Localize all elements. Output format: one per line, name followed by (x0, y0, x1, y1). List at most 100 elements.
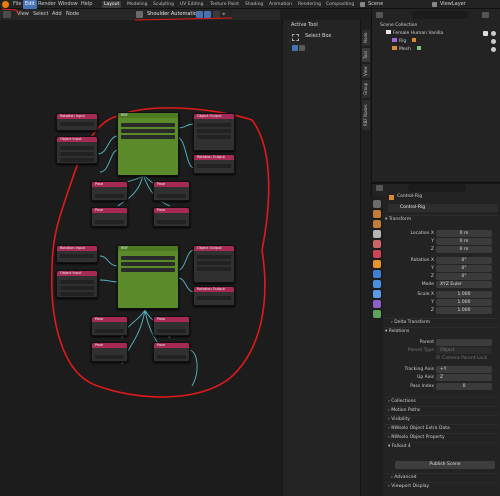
select-mode-icon[interactable] (292, 45, 298, 51)
node-header: Object Input (57, 137, 97, 142)
output-icon[interactable] (373, 220, 381, 228)
relations-title: Relations (388, 329, 410, 334)
scale-z-field[interactable]: 1.000 (436, 307, 492, 314)
node-header: Pose (154, 182, 189, 187)
delta-transform-title: Delta Transform (394, 320, 431, 325)
annotation-underlines (1, 8, 233, 21)
pose-node[interactable]: Pose (153, 207, 190, 227)
properties-editor-type-icon[interactable] (376, 185, 383, 191)
object-output-node[interactable]: Object Output (193, 113, 235, 151)
data-icon[interactable] (373, 310, 381, 318)
scale-y-label: Y (431, 300, 434, 305)
pose-node[interactable]: Pose (153, 342, 190, 362)
object-input-node[interactable]: Object Input (56, 270, 98, 298)
visibility-checkbox[interactable] (483, 31, 488, 36)
node-header: Pose (92, 343, 127, 348)
parent-type-dropdown[interactable]: Object (436, 347, 492, 354)
nwsolo-object-property-panel-header[interactable]: › NWsolo Object Property (385, 433, 498, 442)
rotation-output-node[interactable]: Rotation Output (193, 154, 235, 174)
location-x-label: Location X (410, 231, 434, 236)
object-props-icon[interactable] (373, 260, 381, 268)
relations-panel-header[interactable]: ▾ Relations (385, 327, 498, 336)
rotation-output-node[interactable]: Rotation Output (193, 286, 235, 306)
location-y-label: Y (431, 239, 434, 244)
location-z-field[interactable]: 0 m (436, 246, 492, 253)
collections-panel-header[interactable]: › Collections (385, 397, 498, 406)
pose-node[interactable]: Pose (153, 316, 190, 336)
tab-rbf-nodes[interactable]: RBF Nodes (362, 100, 370, 130)
nwsolo-extra-data-panel-header[interactable]: › NWsolo Object Extra Data (385, 424, 498, 433)
node-header: Pose (92, 182, 127, 187)
node-editor-canvas[interactable]: Rotation Input Object Input RBF Object O… (0, 20, 280, 496)
tracking-axis-dropdown[interactable]: +Y (436, 366, 492, 373)
pass-index-field[interactable]: 0 (436, 383, 492, 390)
rotation-z-label: Z (430, 274, 434, 279)
rotation-mode-dropdown[interactable]: XYZ Euler (436, 281, 492, 288)
visibility-panel-header[interactable]: › Visibility (385, 415, 498, 424)
pose-node[interactable]: Pose (153, 181, 190, 201)
rotation-y-field[interactable]: 0° (436, 265, 492, 272)
object-name-field[interactable]: Control-Rig (388, 204, 498, 212)
particles-icon[interactable] (373, 280, 381, 288)
node-header: Pose (154, 208, 189, 213)
scale-y-field[interactable]: 1.000 (436, 299, 492, 306)
outliner-item-collection[interactable]: Female Human Vanilla (386, 30, 443, 37)
transform-panel-header[interactable]: ▾ Transform (385, 215, 498, 224)
rotation-input-node[interactable]: Rotation Input (56, 113, 98, 131)
tab-node[interactable]: Node (362, 30, 370, 46)
pose-node[interactable]: Pose (91, 342, 128, 362)
rbf-node[interactable]: RBF (117, 112, 179, 176)
advanced-panel-header[interactable]: › Advanced (385, 473, 498, 482)
motion-paths-panel-header[interactable]: › Motion Paths (385, 406, 498, 415)
eye-icon[interactable] (491, 39, 496, 44)
viewport-display-panel-header[interactable]: › Viewport Display (385, 482, 498, 491)
up-axis-label: Up Axis (417, 375, 434, 380)
rotation-x-label: Rotation X (410, 258, 434, 263)
tab-tool[interactable]: Tool (362, 48, 370, 62)
location-y-field[interactable]: 0 m (436, 238, 492, 245)
tool-settings-icon[interactable] (373, 200, 381, 208)
sidebar-tabs: Node Tool View Group RBF Nodes (360, 20, 370, 496)
pose-node[interactable]: Pose (91, 316, 128, 336)
active-tool-name[interactable]: Select Box (305, 33, 331, 39)
up-axis-dropdown[interactable]: Z (436, 374, 492, 381)
outliner-item-mesh[interactable]: Mesh (392, 46, 421, 53)
eye-icon[interactable] (491, 31, 496, 36)
camera-parent-lock[interactable]: Camera Parent Lock (436, 355, 487, 362)
tab-group[interactable]: Group (362, 80, 370, 98)
object-input-node[interactable]: Object Input (56, 136, 98, 164)
world-icon[interactable] (373, 250, 381, 258)
fallout-4-panel-header[interactable]: ▾ Fallout 4 (385, 442, 498, 451)
tab-view[interactable]: View (362, 64, 370, 78)
location-x-field[interactable]: 0 m (436, 230, 492, 237)
properties-search[interactable] (408, 184, 466, 192)
collection-icon (386, 30, 391, 34)
delta-transform-panel-header[interactable]: › Delta Transform (385, 318, 498, 327)
pose-node[interactable]: Pose (91, 181, 128, 201)
physics-icon[interactable] (373, 290, 381, 298)
scene-props-icon[interactable] (373, 240, 381, 248)
publish-scene-button[interactable]: Publish Scene (395, 461, 495, 469)
view-layer-icon[interactable] (373, 230, 381, 238)
render-icon[interactable] (373, 210, 381, 218)
select-box-icon[interactable] (292, 34, 299, 41)
eye-icon[interactable] (491, 47, 496, 52)
outliner-item-rig[interactable]: Rig (392, 38, 417, 45)
parent-field[interactable] (436, 339, 492, 346)
rotation-input-node[interactable]: Rotation Input (56, 245, 98, 263)
outliner-item-label: Rig (399, 39, 407, 44)
rotation-x-field[interactable]: 0° (436, 257, 492, 264)
node-header: Pose (92, 317, 127, 322)
pose-node[interactable]: Pose (91, 207, 128, 227)
rotation-z-field[interactable]: 0° (436, 273, 492, 280)
constraints-icon[interactable] (373, 300, 381, 308)
rbf-node[interactable]: RBF (117, 245, 179, 309)
object-output-node[interactable]: Object Output (193, 245, 235, 283)
modifier-props-icon[interactable] (373, 270, 381, 278)
select-extend-icon[interactable] (299, 45, 305, 51)
panel-title: Motion Paths (391, 408, 421, 413)
scale-x-field[interactable]: 1.000 (436, 291, 492, 298)
panel-title: Visibility (391, 417, 411, 422)
object-name-label: Control-Rig (397, 194, 423, 199)
tool-panel: Active Tool Select Box (282, 20, 360, 496)
